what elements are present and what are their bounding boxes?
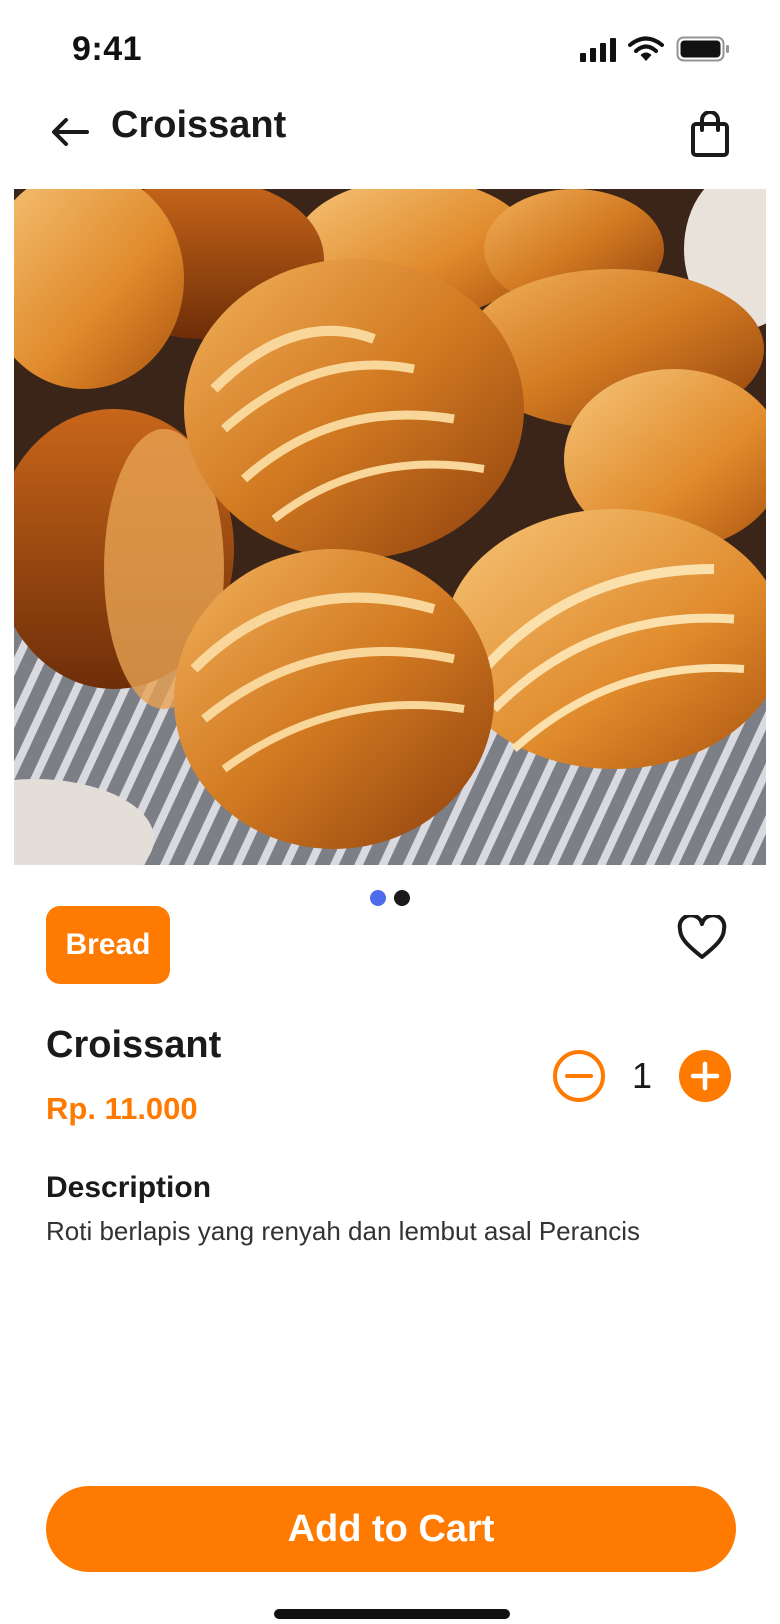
product-price: Rp. 11.000 [46,1091,198,1126]
add-to-cart-button[interactable]: Add to Cart [46,1486,736,1572]
back-button[interactable] [44,106,96,158]
page-title: Croissant [111,104,287,146]
product-image [14,189,766,865]
signal-icon [580,36,616,62]
description-heading: Description [46,1171,212,1204]
arrow-left-icon [52,118,89,146]
increment-button[interactable] [678,1049,732,1103]
description-text: Roti berlapis yang renyah dan lembut asa… [46,1216,641,1246]
top-app-bar: Croissant [0,96,780,184]
favorite-button[interactable] [674,910,730,966]
product-name: Croissant [46,1024,222,1066]
minus-circle-icon [553,1050,605,1102]
wifi-icon [628,36,664,61]
status-bar: 9:41 [0,0,780,100]
quantity-stepper: 1 [552,1049,732,1103]
carousel-dot[interactable] [394,890,410,906]
carousel-dot-active[interactable] [370,890,386,906]
category-badge: Bread [46,906,170,984]
carousel-indicator [0,890,780,906]
status-icons [580,36,730,62]
shopping-bag-icon [691,111,729,157]
status-time: 9:41 [72,30,143,68]
plus-circle-icon [679,1050,731,1102]
croissant-photo [14,189,766,865]
heart-outline-icon [677,915,727,959]
decrement-button[interactable] [552,1049,606,1103]
home-indicator[interactable] [274,1609,510,1619]
quantity-value: 1 [631,1055,653,1096]
battery-icon [676,36,729,62]
cart-button[interactable] [680,104,740,164]
